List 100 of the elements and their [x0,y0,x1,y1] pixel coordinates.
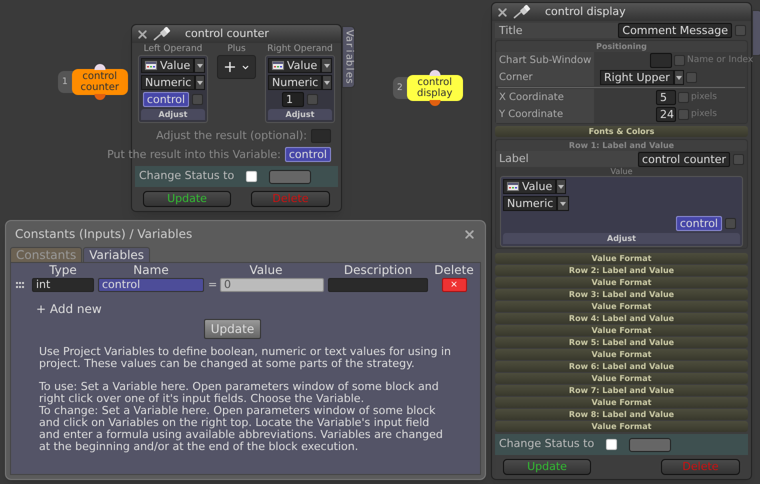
drag-handle-icon[interactable] [16,282,25,288]
help-paragraph: Use Project Variables to define boolean, numeric or text values for using in project. These values can be changed at some parts of the strategy. [39,346,452,370]
status-field[interactable] [269,170,312,184]
section-header[interactable]: Value Format [495,253,748,264]
pin-icon[interactable] [513,5,531,19]
update-button[interactable]: Update [503,459,591,475]
section-header[interactable]: Value Format [495,397,748,408]
update-button[interactable]: Update [204,318,262,338]
adjust-button[interactable]: Adjust [503,233,740,244]
hint-label: pixels [691,90,717,104]
section-header[interactable]: Fonts & Colors [495,126,748,137]
number-field[interactable]: 1 [282,92,304,107]
label-field[interactable]: control counter [638,152,730,166]
value-caption: Value [610,167,632,176]
field-label: Y Coordinate [496,106,594,123]
status-label: Change Status to [139,168,234,184]
help-paragraph: To change: Set a Variable here. Open parameters window of some block and click on Variables on the right top. Locate the Variable's input field and enter a formula using available abbreviations. Variables are changed at the beginning and/or at the end of the block execution. [39,404,444,452]
section-header[interactable]: Row 8: Label and Value [495,409,748,420]
variable-chip[interactable]: control [142,92,190,107]
checkbox[interactable] [735,25,746,36]
text-field[interactable] [650,53,672,68]
status-label: Change Status to [499,436,594,452]
section-header[interactable]: Value Format [495,373,748,384]
field-label: Corner [496,69,594,86]
value-field[interactable]: 0 [220,278,324,292]
field-label: X Coordinate [496,89,594,106]
caret-icon [558,184,564,188]
caret-icon [676,76,682,80]
operation-dropdown[interactable]: + [217,55,256,79]
node-label[interactable]: control display [406,75,463,101]
side-tab[interactable] [752,10,760,56]
caret-icon [324,64,330,68]
pin-icon[interactable] [153,27,171,41]
node-label[interactable]: control counter [72,69,128,95]
hint-label: Name or Index [687,54,754,67]
section-header[interactable]: Row 7: Label and Value [495,385,748,396]
operand-heading: Right Operand [267,44,333,55]
caret-icon [196,64,203,68]
number-field[interactable]: 5 [656,90,676,105]
adjust-button[interactable]: Adjust [268,109,332,120]
field-label: Title [495,23,618,38]
section-header[interactable]: Row 5: Label and Value [495,337,748,348]
checkbox[interactable] [678,92,689,103]
section-header[interactable]: Value Format [495,349,748,360]
caret-icon [560,202,566,206]
operation-heading: Plus [227,44,246,55]
variable-chip[interactable]: control [676,216,722,231]
add-new-link[interactable]: + Add new [36,300,102,318]
checkbox[interactable] [307,94,318,105]
close-icon[interactable] [136,28,149,40]
section-header[interactable]: Row 4: Label and Value [495,313,748,324]
section-header[interactable]: Row 2: Label and Value [495,265,748,276]
column-header: Name [132,263,170,277]
hint-label: pixels [691,108,717,121]
operand-heading: Left Operand [144,44,202,55]
checkbox[interactable] [192,94,204,105]
update-button[interactable]: Update [143,191,231,207]
column-header: Description [342,263,414,277]
number-field[interactable]: 24 [656,107,676,122]
table-icon [145,61,157,70]
dialog-title: Constants (Inputs) / Variables [15,226,192,243]
section-header[interactable]: Value Format [495,301,748,312]
type-field[interactable]: int [32,278,94,292]
table-icon [272,61,284,70]
help-paragraph: To use: Set a Variable here. Open parameters window of some block and right click over one of it's input fields. Choose the Variable. [39,380,440,404]
status-field[interactable] [629,438,672,452]
column-header: Delete [433,263,475,277]
table-icon [507,182,519,191]
column-header: Type [48,263,78,277]
field-label: Label [496,151,638,167]
section-header[interactable]: Value Format [495,421,748,432]
name-field[interactable]: control [98,278,204,292]
checkbox[interactable] [686,72,697,83]
close-icon[interactable] [463,228,476,240]
adjust-button[interactable]: Adjust [141,109,205,120]
column-header: Value [248,263,284,277]
section-header[interactable]: Row 6: Label and Value [495,361,748,372]
checkbox[interactable] [733,154,744,164]
section-header[interactable]: Row 3: Label and Value [495,289,748,300]
caret-icon [324,80,330,84]
field-label: Chart Sub-Window [496,52,594,69]
section-header[interactable]: Value Format [495,277,748,288]
delete-row-button[interactable]: × [442,278,466,292]
tab[interactable]: Variables [83,247,150,262]
variables-tab[interactable]: Variables [342,26,355,88]
title-field[interactable]: Comment Message [618,23,732,38]
close-icon[interactable] [496,6,509,18]
section-header[interactable]: Value Format [495,325,748,336]
variable-chip[interactable]: control [284,147,331,162]
equals-sign: = [208,277,216,293]
checkbox[interactable] [674,55,685,66]
checkbox[interactable] [725,218,736,229]
result-label: Put the result into this Variable: [107,146,281,162]
checkbox[interactable] [678,109,689,120]
adjust-field[interactable] [311,129,331,144]
window-title: control display [545,4,626,20]
adjust-label: Adjust the result (optional): [156,128,307,144]
window-title: control counter [185,26,269,42]
description-field[interactable] [328,278,428,292]
caret-icon [197,80,204,84]
